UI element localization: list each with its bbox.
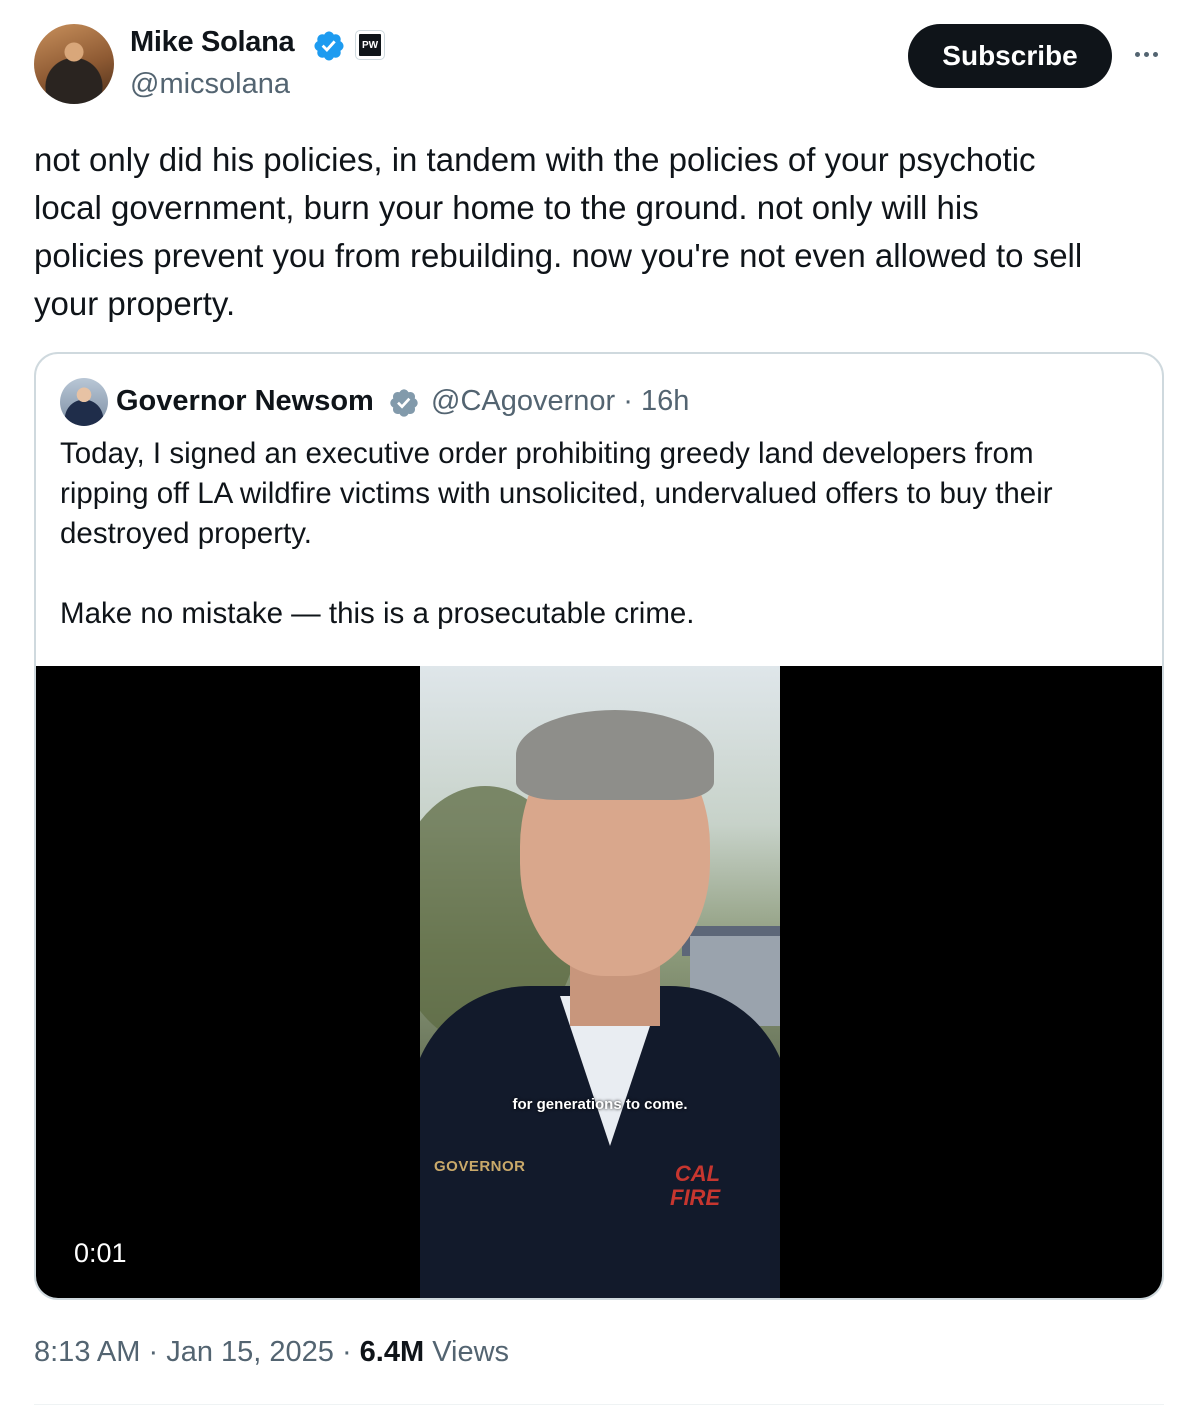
quoted-handle-time[interactable]: @CAgovernor · 16h — [431, 385, 689, 418]
quoted-author-name[interactable]: Governor Newsom — [116, 385, 374, 418]
affiliation-badge-icon[interactable]: PW — [355, 30, 385, 60]
author-avatar[interactable] — [34, 24, 114, 104]
author-name[interactable]: Mike Solana — [130, 26, 295, 59]
video-timecode: 0:01 — [62, 1234, 139, 1273]
tweet-time[interactable]: 8:13 AM — [34, 1336, 140, 1368]
jacket-text: GOVERNOR — [434, 1158, 526, 1175]
cal-fire-patch: CAL FIRE — [670, 1161, 721, 1210]
views-label: Views — [432, 1336, 510, 1368]
video-player[interactable]: GOVERNOR CAL FIRE for generations to come… — [36, 666, 1162, 1298]
views-count[interactable]: 6.4M — [360, 1336, 424, 1368]
quoted-handle[interactable]: @CAgovernor — [431, 385, 615, 417]
video-subtitle: for generations to come. — [512, 1096, 688, 1113]
quoted-tweet[interactable]: Governor Newsom @CAgovernor · 16h Today,… — [34, 352, 1164, 1300]
verified-badge-icon — [314, 31, 344, 61]
quoted-author-avatar[interactable] — [60, 378, 108, 426]
quoted-text: Today, I signed an executive order prohi… — [60, 437, 1053, 630]
more-options-icon[interactable] — [1128, 36, 1164, 72]
subscribe-button[interactable]: Subscribe — [908, 24, 1112, 88]
tweet-date[interactable]: Jan 15, 2025 — [166, 1336, 334, 1368]
tweet-text: not only did his policies, in tandem wit… — [34, 141, 1083, 322]
author-handle[interactable]: @micsolana — [130, 68, 290, 101]
video-frame: GOVERNOR CAL FIRE for generations to come… — [420, 666, 780, 1298]
divider — [34, 1404, 1164, 1405]
tweet-meta: 8:13 AM · Jan 15, 2025 · 6.4M Views — [34, 1336, 510, 1368]
quoted-time[interactable]: 16h — [641, 385, 689, 417]
gray-verified-badge-icon — [390, 389, 418, 417]
